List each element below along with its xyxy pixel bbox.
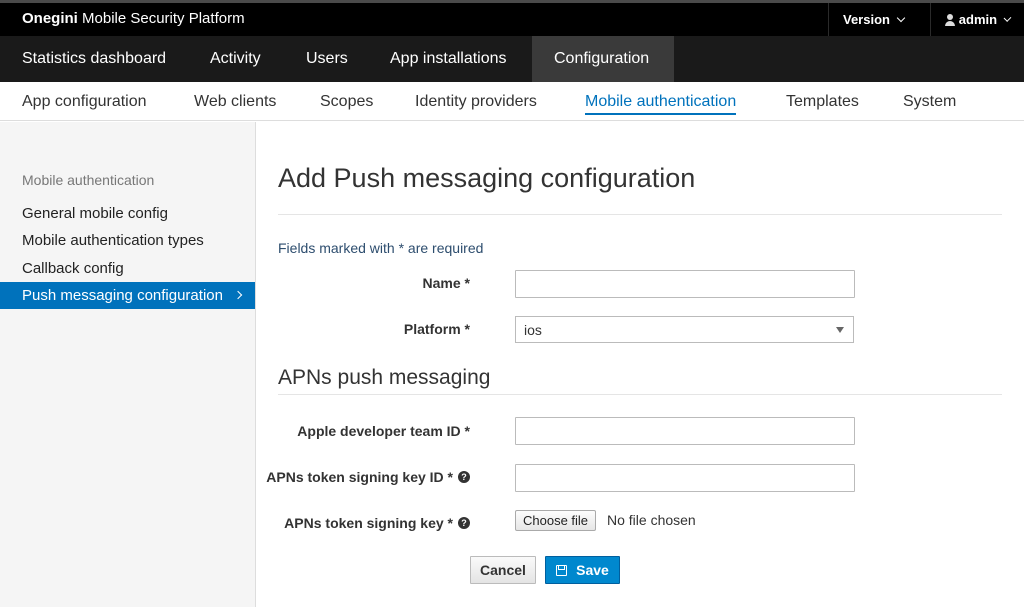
platform-select[interactable]: ios <box>515 316 854 343</box>
tab-identity-providers[interactable]: Identity providers <box>415 82 537 121</box>
cancel-button[interactable]: Cancel <box>470 556 536 584</box>
name-label: Name * <box>422 275 470 291</box>
divider <box>278 214 1002 215</box>
key-id-label: APNs token signing key ID * ? <box>266 469 470 485</box>
top-bar: Onegini Mobile Security Platform Version… <box>0 0 1024 36</box>
team-id-input[interactable] <box>515 417 855 445</box>
team-id-label: Apple developer team ID * <box>297 423 470 439</box>
signing-key-label: APNs token signing key * ? <box>284 515 470 531</box>
save-icon <box>556 564 568 576</box>
user-label: admin <box>958 12 998 27</box>
name-input[interactable] <box>515 270 855 298</box>
chevron-right-icon <box>233 290 243 300</box>
platform-label: Platform * <box>403 321 470 337</box>
divider <box>278 394 1002 395</box>
sidebar-item-callback-config[interactable]: Callback config <box>0 255 255 282</box>
nav-users[interactable]: Users <box>284 36 370 82</box>
tab-system[interactable]: System <box>903 82 956 121</box>
chevron-down-icon <box>1003 13 1012 22</box>
user-icon <box>945 13 955 26</box>
page-title: Add Push messaging configuration <box>278 163 696 193</box>
tab-scopes[interactable]: Scopes <box>320 82 373 121</box>
sidebar-item-label: Mobile authentication types <box>22 232 204 249</box>
version-menu[interactable]: Version <box>828 3 930 36</box>
required-fields-note: Fields marked with * are required <box>278 240 484 256</box>
sidebar-heading: Mobile authentication <box>22 172 155 188</box>
nav-statistics-dashboard[interactable]: Statistics dashboard <box>0 36 188 82</box>
file-status: No file chosen <box>607 512 696 528</box>
sidebar-item-label: General mobile config <box>22 205 168 222</box>
sidebar-item-general-mobile-config[interactable]: General mobile config <box>0 200 255 227</box>
apns-section-title: APNs push messaging <box>278 366 491 389</box>
tab-templates[interactable]: Templates <box>786 82 859 121</box>
sidebar-item-mobile-authentication-types[interactable]: Mobile authentication types <box>0 227 255 254</box>
save-button[interactable]: Save <box>545 556 620 584</box>
brand-logo: Onegini Mobile Security Platform <box>22 10 245 27</box>
chevron-down-icon <box>896 13 906 22</box>
tab-web-clients[interactable]: Web clients <box>194 82 276 121</box>
primary-nav: Statistics dashboard Activity Users App … <box>0 36 1024 82</box>
platform-selected-value: ios <box>524 321 542 338</box>
tab-mobile-authentication[interactable]: Mobile authentication <box>585 82 737 121</box>
sidebar: Mobile authentication General mobile con… <box>0 122 256 607</box>
nav-app-installations[interactable]: App installations <box>368 36 529 82</box>
user-menu[interactable]: admin <box>930 3 1024 36</box>
nav-configuration[interactable]: Configuration <box>532 36 674 82</box>
sidebar-item-push-messaging-configuration[interactable]: Push messaging configuration <box>0 282 255 309</box>
secondary-nav: App configuration Web clients Scopes Ide… <box>0 82 1024 121</box>
nav-activity[interactable]: Activity <box>188 36 283 82</box>
sidebar-item-label: Callback config <box>22 260 124 277</box>
save-label: Save <box>576 562 609 578</box>
sidebar-item-label: Push messaging configuration <box>22 287 223 304</box>
caret-down-icon <box>836 327 844 333</box>
choose-file-button[interactable]: Choose file <box>515 510 597 531</box>
key-id-input[interactable] <box>515 464 855 492</box>
version-label: Version <box>843 12 890 27</box>
tab-app-configuration[interactable]: App configuration <box>22 82 147 121</box>
help-icon[interactable]: ? <box>458 471 470 483</box>
help-icon[interactable]: ? <box>458 517 470 529</box>
